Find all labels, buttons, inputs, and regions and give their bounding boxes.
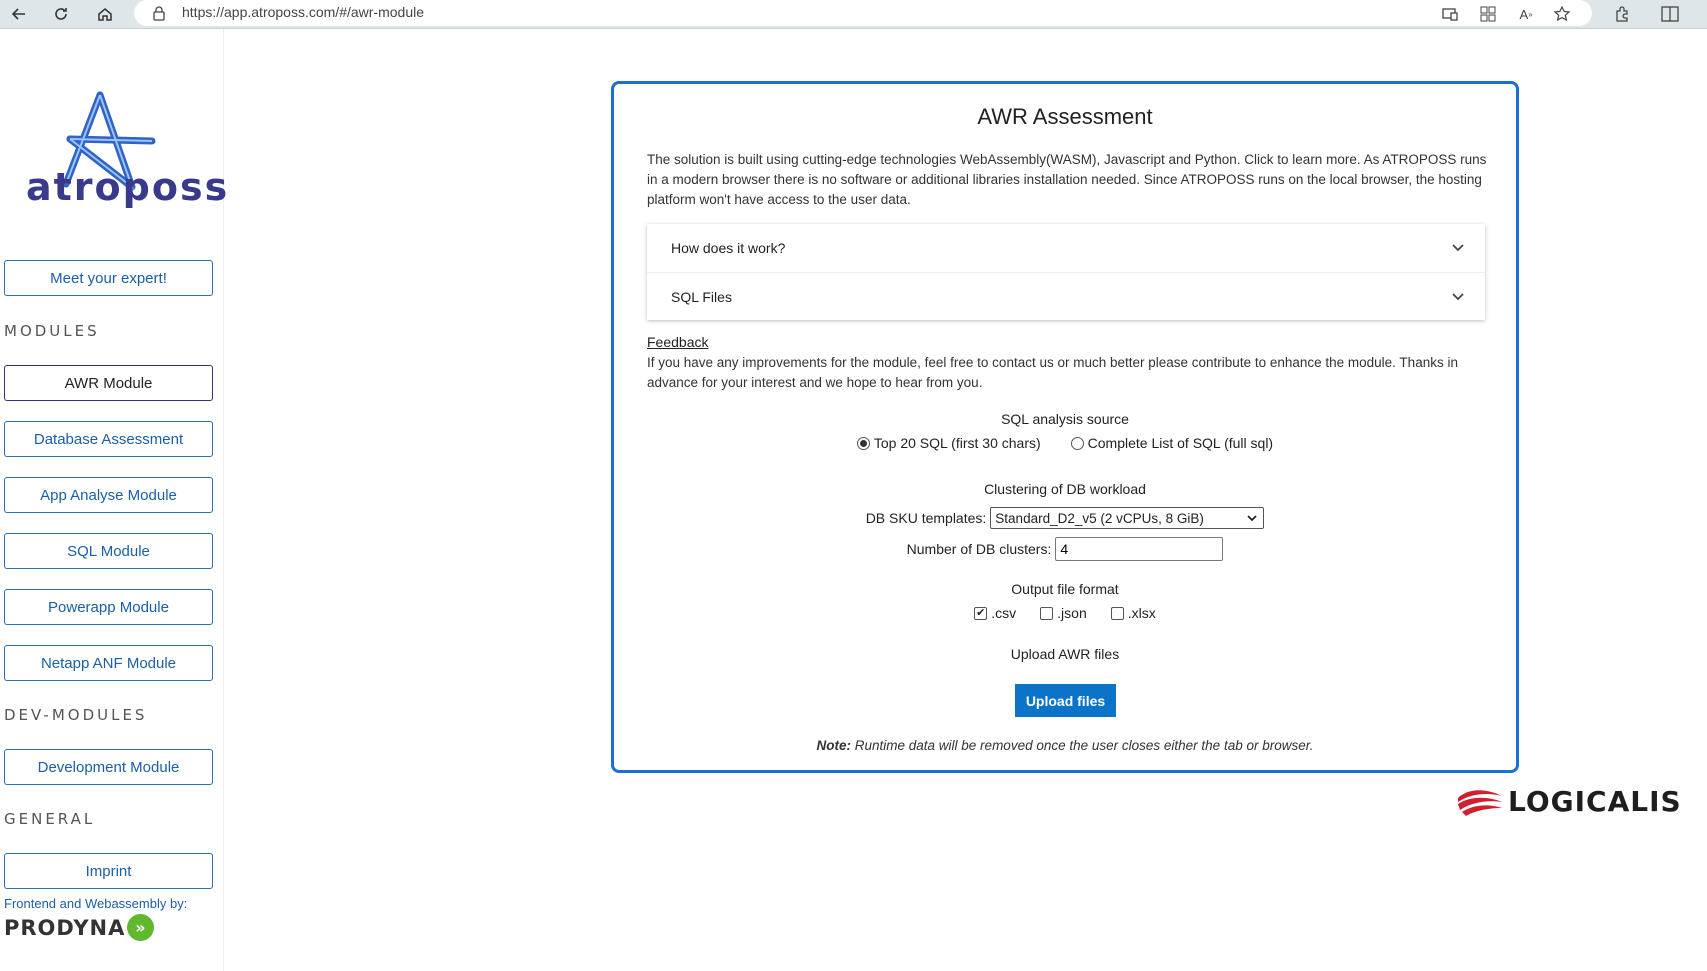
read-aloud-icon[interactable]: A»: [1516, 4, 1536, 24]
checkbox[interactable]: ✔: [974, 606, 988, 620]
page-title: AWR Assessment: [977, 104, 1153, 129]
sidebar-item-awr-module[interactable]: AWR Module: [4, 365, 213, 401]
note-bold: Note:: [816, 738, 852, 753]
checkbox-xlsx[interactable]: .xlsx: [1110, 605, 1156, 621]
sku-row: DB SKU templates: Standard_D2_v5 (2 vCPU…: [614, 507, 1516, 529]
clusters-label: Number of DB clusters:: [906, 541, 1052, 557]
feedback-text: If you have any improvements for the mod…: [647, 355, 1458, 390]
accordion: How does it work? SQL Files: [647, 224, 1485, 320]
intro-text: The solution is built using cutting-edge…: [647, 152, 1487, 207]
sidebar-item-powerapp-module[interactable]: Powerapp Module: [4, 589, 213, 625]
sql-source-label: SQL analysis source: [1001, 411, 1129, 427]
sql-source-radio-group: Top 20 SQL (first 30 chars) Complete Lis…: [614, 435, 1516, 451]
chevron-down-icon: [1452, 293, 1464, 301]
accordion-sql-files[interactable]: SQL Files: [647, 272, 1485, 320]
checkbox-label: .xlsx: [1127, 605, 1156, 621]
address-bar[interactable]: https://app.atroposs.com/#/awr-module A»: [134, 0, 1592, 26]
sidebar-item-app-analyse-module[interactable]: App Analyse Module: [4, 477, 213, 513]
clusters-row: Number of DB clusters:: [614, 537, 1516, 561]
upload-label: Upload AWR files: [1010, 646, 1120, 662]
chevron-down-icon: [1247, 515, 1257, 522]
section-label-modules: MODULES: [4, 322, 100, 340]
sidebar-item-sql-module[interactable]: SQL Module: [4, 533, 213, 569]
refresh-icon[interactable]: [48, 2, 74, 26]
sku-label: DB SKU templates:: [865, 510, 987, 526]
prodyna-logo[interactable]: PRODYNA »: [4, 914, 155, 941]
apps-grid-icon[interactable]: [1478, 4, 1498, 24]
clustering-label: Clustering of DB workload: [984, 481, 1146, 497]
checkbox[interactable]: [1040, 606, 1054, 620]
radio-button[interactable]: [856, 436, 870, 450]
atroposs-logo-icon: [62, 91, 156, 191]
extensions-icon[interactable]: [1612, 4, 1632, 24]
upload-files-button[interactable]: Upload files: [1015, 684, 1116, 717]
logicalis-logo: LOGICALIS: [1456, 785, 1682, 818]
runtime-note: Note: Runtime data will be removed once …: [614, 738, 1516, 753]
output-format-group: ✔ .csv .json .xlsx: [614, 605, 1516, 621]
sidebar: atroposs Meet your expert! MODULES AWR M…: [0, 29, 227, 971]
home-icon[interactable]: [92, 2, 118, 26]
sidebar-item-imprint[interactable]: Imprint: [4, 853, 213, 889]
logo-text: atroposs: [26, 165, 230, 209]
split-screen-icon[interactable]: [1660, 4, 1680, 24]
chevron-down-icon: [1452, 244, 1464, 252]
url-text: https://app.atroposs.com/#/awr-module: [182, 4, 425, 20]
radio-label: Complete List of SQL (full sql): [1087, 435, 1274, 451]
section-label-dev-modules: DEV-MODULES: [4, 706, 148, 724]
checkbox-label: .csv: [991, 605, 1017, 621]
radio-complete-sql[interactable]: Complete List of SQL (full sql): [1070, 435, 1274, 451]
radio-label: Top 20 SQL (first 30 chars): [873, 435, 1041, 451]
checkbox-csv[interactable]: ✔ .csv: [974, 605, 1016, 621]
accordion-label: SQL Files: [671, 288, 732, 305]
clusters-input[interactable]: [1055, 537, 1224, 561]
section-label-general: GENERAL: [4, 810, 96, 828]
checkbox-json[interactable]: .json: [1040, 605, 1087, 621]
lock-icon: [152, 5, 166, 26]
logicalis-text: LOGICALIS: [1508, 785, 1682, 818]
note-text: Runtime data will be removed once the us…: [851, 738, 1314, 753]
back-icon[interactable]: [6, 2, 32, 26]
prodyna-text: PRODYNA: [4, 915, 126, 940]
sku-select[interactable]: Standard_D2_v5 (2 vCPUs, 8 GiB): [990, 507, 1265, 529]
prodyna-chevron-icon: »: [127, 914, 155, 941]
output-format-label: Output file format: [1011, 581, 1119, 597]
sidebar-item-netapp-anf-module[interactable]: Netapp ANF Module: [4, 645, 213, 681]
radio-top-20-sql[interactable]: Top 20 SQL (first 30 chars): [856, 435, 1041, 451]
browser-toolbar: https://app.atroposs.com/#/awr-module A»: [0, 0, 1707, 29]
meet-expert-button[interactable]: Meet your expert!: [4, 260, 213, 296]
checkbox-label: .json: [1057, 605, 1087, 621]
accordion-how-it-works[interactable]: How does it work?: [647, 224, 1485, 272]
logicalis-swoosh-icon: [1458, 789, 1502, 816]
sku-selected-value: Standard_D2_v5 (2 vCPUs, 8 GiB): [995, 510, 1204, 526]
screen-cast-icon[interactable]: [1440, 4, 1460, 24]
footer-note: Frontend and Webassembly by:: [4, 896, 188, 911]
awr-assessment-card: AWR Assessment The solution is built usi…: [611, 81, 1519, 773]
radio-button[interactable]: [1070, 436, 1084, 450]
favorite-star-icon[interactable]: [1552, 4, 1572, 24]
sidebar-item-database-assessment[interactable]: Database Assessment: [4, 421, 213, 457]
feedback-link[interactable]: Feedback: [647, 334, 708, 350]
accordion-label: How does it work?: [671, 240, 786, 256]
checkbox[interactable]: [1110, 606, 1124, 620]
sidebar-item-development-module[interactable]: Development Module: [4, 749, 213, 785]
